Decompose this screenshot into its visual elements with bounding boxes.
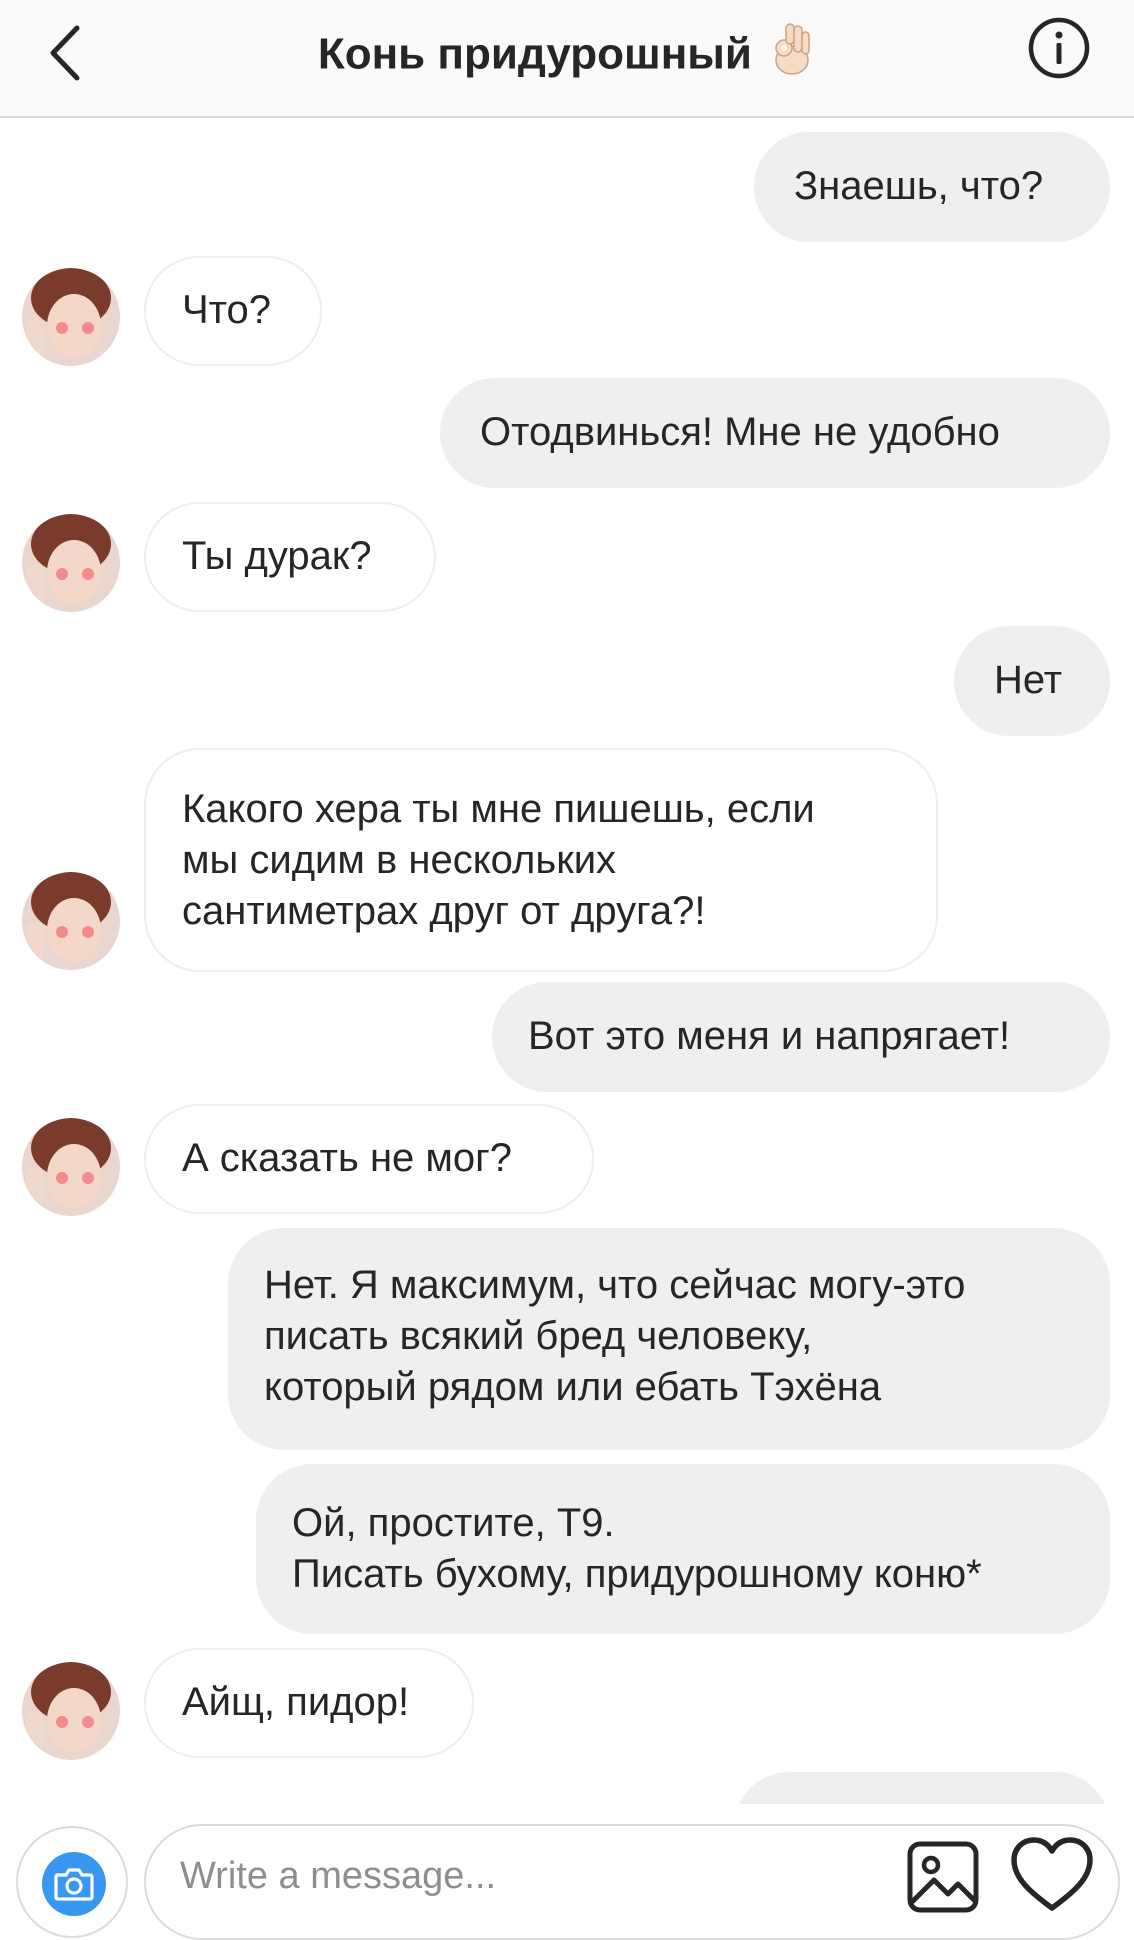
ok-hand-emoji [770,22,816,92]
image-icon [907,1841,979,1913]
avatar[interactable] [22,268,120,366]
chat-title[interactable]: Конь придурошный [318,30,752,79]
user-avatar-icon [22,1662,120,1760]
info-button[interactable] [1027,16,1091,80]
message-bubble-outgoing[interactable]: Ой, простите, Т9. Писать бухому, придуро… [256,1464,1110,1634]
message-bubble-partial [734,1772,1110,1804]
message-thread[interactable]: Знаешь, что? Что? Отодвинься! Мне не удо… [0,118,1134,1804]
camera-icon-wrap [42,1852,106,1916]
avatar[interactable] [22,514,120,612]
gallery-button[interactable] [906,1840,980,1914]
message-bubble-outgoing[interactable]: Отодвинься! Мне не удобно [440,378,1110,488]
camera-icon [54,1868,94,1901]
message-bubble-outgoing[interactable]: Знаешь, что? [754,132,1110,242]
avatar[interactable] [22,872,120,970]
camera-button[interactable] [16,1826,128,1938]
avatar[interactable] [22,1118,120,1216]
avatar[interactable] [22,1662,120,1760]
heart-icon [1011,1837,1093,1911]
message-bubble-incoming[interactable]: Какого хера ты мне пишешь, если мы сидим… [144,748,938,972]
user-avatar-icon [22,514,120,612]
message-bubble-incoming[interactable]: Айщ, пидор! [144,1648,474,1758]
like-button[interactable] [1010,1836,1094,1914]
message-bubble-incoming[interactable]: Ты дурак? [144,502,436,612]
user-avatar-icon [22,1118,120,1216]
message-bubble-incoming[interactable]: Что? [144,256,322,366]
message-bubble-incoming[interactable]: А сказать не мог? [144,1104,594,1214]
info-icon [1028,17,1090,79]
chat-header: Конь придурошный [0,0,1134,118]
message-bubble-outgoing[interactable]: Вот это меня и напрягает! [492,982,1110,1092]
message-bubble-outgoing[interactable]: Нет [954,626,1110,736]
message-input[interactable] [178,1850,882,1902]
user-avatar-icon [22,268,120,366]
chat-title-wrap: Конь придурошный [0,22,1134,92]
message-bubble-outgoing[interactable]: Нет. Я максимум, что сейчас могу-это пис… [228,1228,1110,1450]
user-avatar-icon [22,872,120,970]
